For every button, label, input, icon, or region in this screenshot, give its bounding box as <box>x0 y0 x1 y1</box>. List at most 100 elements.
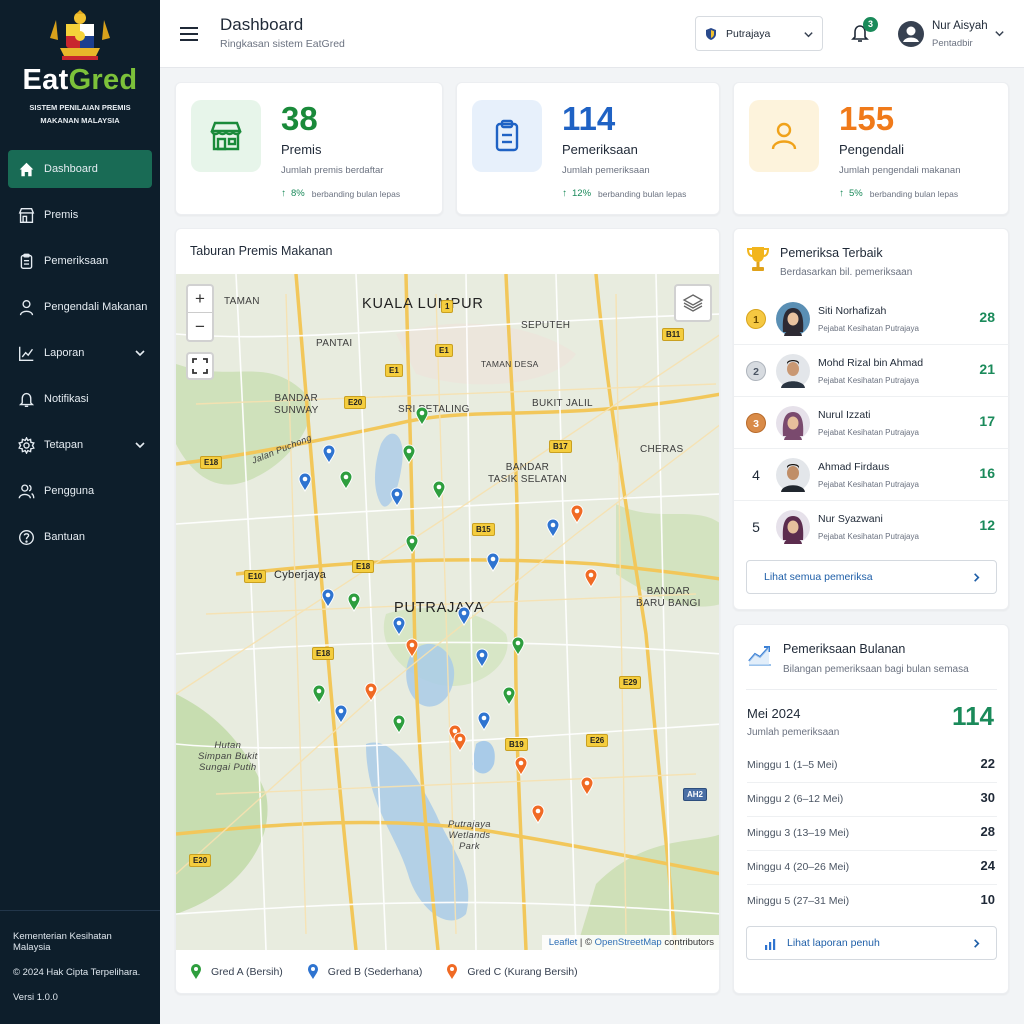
inspector-row[interactable]: 1 Siti Norhafizah Pejabat Kesihatan Putr… <box>734 293 1009 345</box>
user-avatar-icon[interactable] <box>897 20 925 48</box>
map-pin-icon[interactable] <box>405 534 419 554</box>
map-pin-icon[interactable] <box>546 518 560 538</box>
sidebar-item-pemeriksaan[interactable]: Pemeriksaan <box>8 242 152 280</box>
map-pin-icon[interactable] <box>321 588 335 608</box>
sidebar: EatGred SISTEM PENILAIAN PREMIS MAKANAN … <box>0 0 160 1024</box>
week-label: Minggu 1 (1–5 Mei) <box>747 759 838 771</box>
avatar <box>776 302 810 336</box>
rank-number: 4 <box>752 467 760 483</box>
view-all-inspectors-button[interactable]: Lihat semua pemeriksa <box>746 560 997 594</box>
inspection-count: 21 <box>979 361 995 377</box>
sidebar-item-pengendali-makanan[interactable]: Pengendali Makanan <box>8 288 152 326</box>
card-title: Pemeriksaan Bulanan <box>783 642 906 656</box>
map-pin-icon[interactable] <box>477 711 491 731</box>
full-report-button[interactable]: Lihat laporan penuh <box>746 926 997 960</box>
map-pin-icon[interactable] <box>312 684 326 704</box>
road-shield: B19 <box>505 738 528 751</box>
stat-card-premis: 38 Premis Jumlah premis berdaftar ↑ 8% ber… <box>175 82 443 215</box>
inspector-row[interactable]: 3 Nurul Izzati Pejabat Kesihatan Putraja… <box>734 397 1009 449</box>
road-shield: E10 <box>244 570 267 583</box>
layers-button[interactable] <box>674 284 712 322</box>
map-pin-icon[interactable] <box>457 606 471 626</box>
inspector-row[interactable]: 2 Mohd Rizal bin Ahmad Pejabat Kesihatan… <box>734 345 1009 397</box>
stat-card-pemeriksaan: 114 Pemeriksaan Jumlah pemeriksaan ↑ 12% b… <box>456 82 720 215</box>
map-pin-icon[interactable] <box>415 406 429 426</box>
osm-link[interactable]: OpenStreetMap <box>595 937 662 948</box>
inspector-name: Nur Syazwani <box>818 513 883 525</box>
sidebar-item-bantuan[interactable]: Bantuan <box>8 518 152 556</box>
week-row: Minggu 4 (20–26 Mei) 24 <box>747 851 997 885</box>
stat-card-pengendali: 155 Pengendali Jumlah pengendali makanan… <box>733 82 1009 215</box>
inspector-row[interactable]: 4 Ahmad Firdaus Pejabat Kesihatan Putraj… <box>734 449 1009 501</box>
map-label-hutan-simpan: Hutan Simpan Bukit Sungai Putih <box>198 740 258 773</box>
map-pin-icon[interactable] <box>392 714 406 734</box>
zoom-in-button[interactable]: + <box>188 286 212 313</box>
chevron-down-icon[interactable] <box>994 28 1005 39</box>
week-row: Minggu 5 (27–31 Mei) 10 <box>747 885 997 919</box>
map-pin-icon[interactable] <box>475 648 489 668</box>
inspector-org: Pejabat Kesihatan Putrajaya <box>818 428 919 437</box>
leaflet-link[interactable]: Leaflet <box>549 937 578 948</box>
sidebar-item-notifikasi[interactable]: Notifikasi <box>8 380 152 418</box>
zoom-out-button[interactable]: − <box>188 313 212 340</box>
monthly-inspections-card: Pemeriksaan Bulanan Bilangan pemeriksaan… <box>733 624 1009 994</box>
top-inspectors-card: Pemeriksa Terbaik Berdasarkan bil. pemer… <box>733 228 1009 610</box>
week-row: Minggu 3 (13–19 Mei) 28 <box>747 817 997 851</box>
sidebar-item-dashboard[interactable]: Dashboard <box>8 150 152 188</box>
arrow-up-icon: ↑ <box>562 188 567 199</box>
map-pin-icon[interactable] <box>339 470 353 490</box>
menu-icon[interactable] <box>180 26 198 42</box>
map-pin-icon <box>447 964 458 979</box>
sidebar-item-premis[interactable]: Premis <box>8 196 152 234</box>
zoom-control: + − <box>186 284 214 342</box>
map-label-seputeh: SEPUTEH <box>521 320 571 331</box>
stat-label: Premis <box>281 142 322 157</box>
user-name[interactable]: Nur Aisyah <box>932 20 988 32</box>
sidebar-item-label: Pengguna <box>44 485 95 497</box>
map-pin-icon[interactable] <box>390 487 404 507</box>
stat-label: Pengendali <box>839 142 905 157</box>
map-pin-icon[interactable] <box>502 686 516 706</box>
map-pin-icon[interactable] <box>334 704 348 724</box>
sidebar-item-label: Bantuan <box>44 531 85 543</box>
inspection-count: 16 <box>979 465 995 481</box>
trend-compare: berbanding bulan lepas <box>869 188 959 199</box>
sidebar-item-tetapan[interactable]: Tetapan <box>8 426 152 464</box>
sidebar-nav: Dashboard Premis Pemeriksaan Pengendali … <box>0 150 160 556</box>
sidebar-item-pengguna[interactable]: Pengguna <box>8 472 152 510</box>
map-pin-icon[interactable] <box>580 776 594 796</box>
fullscreen-button[interactable] <box>186 352 214 380</box>
map-pin-icon[interactable] <box>584 568 598 588</box>
chart-icon <box>19 346 34 361</box>
store-icon <box>18 207 35 223</box>
stat-icon-wrap <box>749 100 819 172</box>
clipboard-icon <box>495 119 519 152</box>
map-pin-icon[interactable] <box>347 592 361 612</box>
location-select[interactable]: Putrajaya <box>695 16 823 51</box>
map-pin-icon[interactable] <box>322 444 336 464</box>
page-subtitle: Ringkasan sistem EatGred <box>220 38 345 50</box>
coat-of-arms-icon <box>50 10 110 60</box>
inspector-row[interactable]: 5 Nur Syazwani Pejabat Kesihatan Putraja… <box>734 501 1009 553</box>
help-icon <box>19 529 34 545</box>
map-label-sri-petaling: SRI PETALING <box>398 404 470 415</box>
map-pin-icon[interactable] <box>453 732 467 752</box>
map-pin-icon[interactable] <box>402 444 416 464</box>
map-pin-icon[interactable] <box>511 636 525 656</box>
sidebar-item-laporan[interactable]: Laporan <box>8 334 152 372</box>
week-value: 28 <box>980 824 995 839</box>
map-pin-icon[interactable] <box>405 638 419 658</box>
map-pin-icon[interactable] <box>364 682 378 702</box>
bell-icon <box>18 392 35 407</box>
map-pin-icon[interactable] <box>392 616 406 636</box>
inspector-name: Nurul Izzati <box>818 409 871 421</box>
map-view[interactable]: + − TAMAN KUALA LUMPUR SEPUTEH PANTAI TA… <box>176 274 719 950</box>
legend-item-grade-a: Gred A (Bersih) <box>190 963 283 980</box>
map-pin-icon[interactable] <box>570 504 584 524</box>
map-pin-icon[interactable] <box>531 804 545 824</box>
map-pin-icon[interactable] <box>514 756 528 776</box>
map-pin-icon[interactable] <box>486 552 500 572</box>
users-icon <box>18 483 35 498</box>
map-pin-icon[interactable] <box>298 472 312 492</box>
map-pin-icon[interactable] <box>432 480 446 500</box>
